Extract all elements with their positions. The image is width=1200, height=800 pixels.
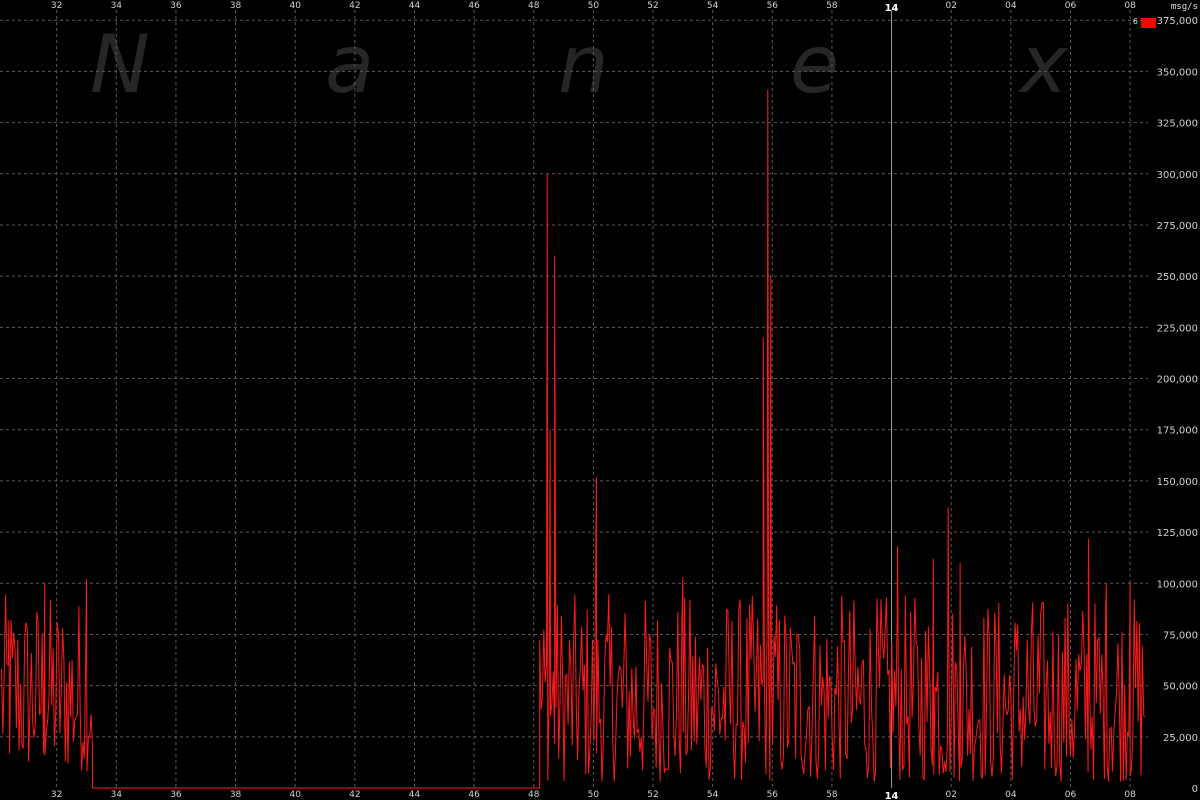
x-tick-label-top: 32 xyxy=(51,1,62,11)
x-tick-label-top: 04 xyxy=(1005,1,1017,11)
x-tick-label-top: 44 xyxy=(409,1,421,11)
y-tick-label: 100,000 xyxy=(1157,579,1198,590)
y-tick-label: 75,000 xyxy=(1163,630,1198,641)
x-tick-label-top: 48 xyxy=(528,1,540,11)
x-tick-label-top: 08 xyxy=(1124,1,1136,11)
x-tick-label-bottom: 48 xyxy=(528,790,540,800)
x-tick-label-bottom: 56 xyxy=(767,790,779,800)
x-tick-label-top: 58 xyxy=(826,1,838,11)
y-tick-label: 175,000 xyxy=(1157,426,1198,437)
x-tick-label-bottom: 06 xyxy=(1065,790,1077,800)
x-tick-label-bottom: 42 xyxy=(349,790,360,800)
x-tick-label-top: 46 xyxy=(468,1,480,11)
y-tick-label: 275,000 xyxy=(1157,221,1198,232)
x-tick-label-bottom: 02 xyxy=(945,790,956,800)
x-tick-label-top: 52 xyxy=(647,1,658,11)
x-tick-label-top: 06 xyxy=(1065,1,1077,11)
x-tick-label-bottom: 50 xyxy=(588,790,600,800)
y-tick-label: 0 xyxy=(1192,784,1198,795)
x-tick-label-top: 54 xyxy=(707,1,719,11)
y-tick-label: 125,000 xyxy=(1157,528,1198,539)
y-tick-label: 50,000 xyxy=(1163,682,1198,693)
x-tick-label-bottom: 54 xyxy=(707,790,719,800)
x-tick-label-bottom: 34 xyxy=(111,790,123,800)
x-tick-label-bottom: 08 xyxy=(1124,790,1136,800)
x-tick-label-top: 56 xyxy=(767,1,779,11)
x-tick-label-top: 14 xyxy=(885,3,899,14)
x-tick-label-top: 02 xyxy=(945,1,956,11)
x-tick-label-bottom: 04 xyxy=(1005,790,1017,800)
x-tick-label-bottom: 46 xyxy=(468,790,480,800)
y-tick-label: 325,000 xyxy=(1157,119,1198,130)
x-tick-label-top: 36 xyxy=(170,1,182,11)
watermark-letter: N xyxy=(90,18,150,111)
x-tick-label-top: 40 xyxy=(289,1,301,11)
x-tick-label-bottom: 32 xyxy=(51,790,62,800)
x-tick-label-bottom: 58 xyxy=(826,790,838,800)
x-tick-label-bottom: 38 xyxy=(230,790,242,800)
y-tick-label: 25,000 xyxy=(1163,733,1198,744)
watermark-letter: n xyxy=(558,18,609,111)
y-tick-label: 350,000 xyxy=(1157,67,1198,78)
x-tick-label-bottom: 36 xyxy=(170,790,182,800)
chart-plot: Nanex 3232343436363838404042424444464648… xyxy=(0,0,1200,800)
x-tick-label-bottom: 44 xyxy=(409,790,421,800)
x-tick-label-top: 50 xyxy=(588,1,600,11)
legend-label: 6 xyxy=(1133,17,1138,26)
x-tick-label-bottom: 14 xyxy=(885,791,899,800)
y-tick-label: 375,000 xyxy=(1157,16,1198,27)
legend-swatch xyxy=(1141,18,1156,28)
chart-background xyxy=(0,0,1200,800)
x-tick-label-bottom: 52 xyxy=(647,790,658,800)
y-unit-label: msg/s xyxy=(1171,2,1198,12)
watermark-letter: a xyxy=(325,18,374,111)
y-tick-label: 250,000 xyxy=(1157,272,1198,283)
y-tick-label: 300,000 xyxy=(1157,170,1198,181)
watermark-letter: x xyxy=(1017,18,1069,111)
y-tick-label: 200,000 xyxy=(1157,375,1198,386)
x-tick-label-top: 38 xyxy=(230,1,242,11)
y-tick-label: 150,000 xyxy=(1157,477,1198,488)
x-tick-label-top: 34 xyxy=(111,1,123,11)
y-tick-label: 225,000 xyxy=(1157,323,1198,334)
x-tick-label-bottom: 40 xyxy=(289,790,301,800)
x-tick-label-top: 42 xyxy=(349,1,360,11)
